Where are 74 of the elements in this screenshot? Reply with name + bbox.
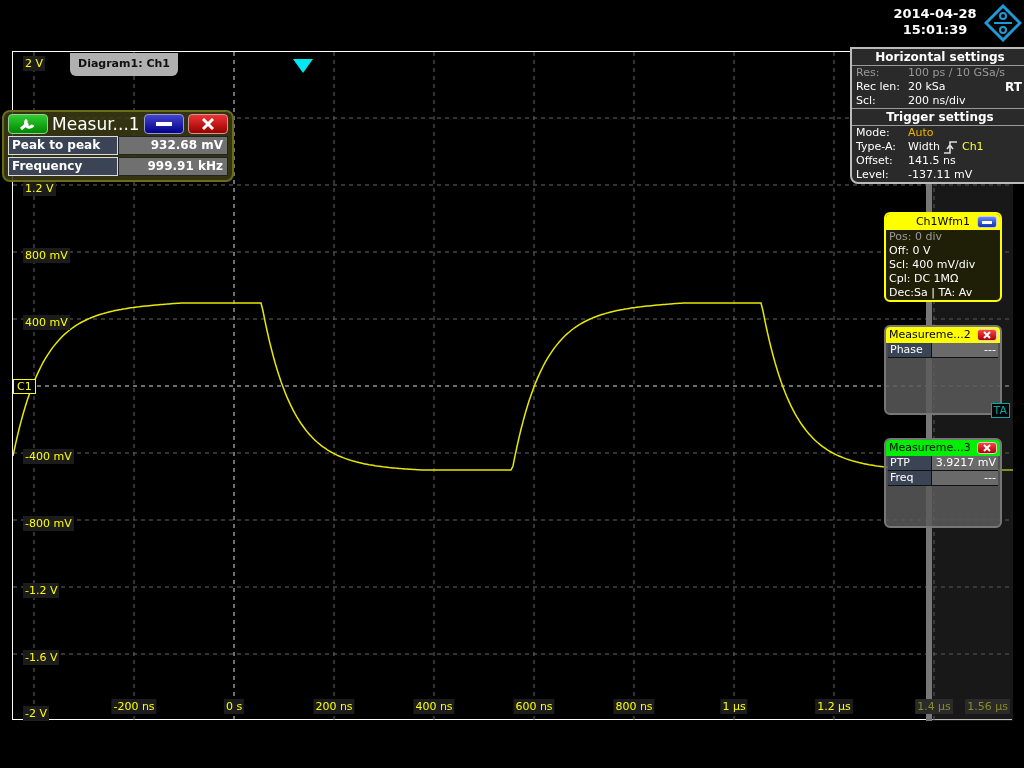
minimize-button[interactable] bbox=[143, 114, 184, 134]
minimize-icon bbox=[155, 122, 172, 126]
axis-label: 1.2 µs bbox=[815, 699, 853, 714]
panel-title: Measur...1 bbox=[52, 114, 140, 134]
date-text: 2014-04-28 bbox=[892, 6, 978, 22]
setting-label: Offset: bbox=[856, 154, 894, 168]
setting-label: Rec len: bbox=[856, 80, 901, 94]
trigger-marker: TA bbox=[990, 403, 1010, 418]
axis-label: 400 ns bbox=[413, 699, 455, 714]
measurement-value: --- bbox=[932, 343, 998, 357]
close-button[interactable] bbox=[187, 114, 228, 134]
channel-marker: C1 bbox=[13, 379, 36, 394]
setting-value: 200 ns/div bbox=[908, 94, 966, 108]
setting-label: Scl: bbox=[856, 94, 877, 108]
axis-label: 600 ns bbox=[513, 699, 555, 714]
channel-setting: Cpl: DC 1MΩ bbox=[888, 272, 960, 286]
channel-setting: Pos: 0 div bbox=[888, 230, 943, 244]
channel-setting: Scl: 400 mV/div bbox=[888, 258, 977, 272]
source-value: Ch1 bbox=[961, 140, 984, 154]
setting-label: Mode: bbox=[856, 126, 891, 140]
close-button[interactable] bbox=[977, 442, 997, 454]
setting-value: 20 kSa bbox=[908, 80, 946, 94]
axis-label: 2 V bbox=[23, 56, 46, 71]
close-icon bbox=[983, 331, 991, 339]
panel-title: Measureme...2 bbox=[889, 328, 971, 342]
axis-label: -1.2 V bbox=[23, 583, 60, 598]
section-title: Trigger settings bbox=[852, 108, 1024, 126]
measurement-value: 999.91 kHz bbox=[118, 157, 228, 176]
channel-setting: Dec:Sa | TA: Av bbox=[888, 286, 974, 300]
setting-value: 100 ps / 10 GSa/s bbox=[908, 66, 1006, 80]
axis-label: -400 mV bbox=[23, 449, 74, 464]
section-title: Horizontal settings bbox=[852, 49, 1024, 66]
axis-label: 0 s bbox=[223, 699, 245, 714]
setting-value: 141.5 ns bbox=[908, 154, 956, 168]
measurement-label: Freq bbox=[888, 471, 932, 485]
panel-title: Measureme...3 bbox=[889, 441, 971, 455]
measurement-value: --- bbox=[932, 471, 998, 485]
mode-label: RT bbox=[1005, 80, 1022, 94]
setting-label: Level: bbox=[856, 168, 890, 182]
measurement-value: 932.68 mV bbox=[118, 136, 228, 155]
axis-label: 1 µs bbox=[720, 699, 748, 714]
axis-label: 800 ns bbox=[613, 699, 655, 714]
edge-icon bbox=[942, 140, 959, 154]
measurement-label: Peak to peak bbox=[8, 136, 118, 155]
measurement-value: 3.9217 mV bbox=[932, 456, 998, 470]
measurement-label: Frequency bbox=[8, 157, 118, 176]
close-button[interactable] bbox=[977, 329, 997, 341]
channel-setting: Off: 0 V bbox=[888, 244, 932, 258]
time-text: 15:01:39 bbox=[901, 22, 969, 38]
measurement-label: Phase bbox=[888, 343, 932, 357]
measurement-label: PTP bbox=[888, 456, 932, 470]
setting-value: -137.11 mV bbox=[908, 168, 973, 182]
axis-label: -1.6 V bbox=[23, 650, 60, 665]
panel-title: Ch1Wfm1 bbox=[915, 215, 971, 229]
axis-label: 400 mV bbox=[23, 315, 70, 330]
close-icon bbox=[983, 444, 991, 452]
setting-value: Width bbox=[908, 140, 940, 154]
setting-value: Auto bbox=[908, 126, 934, 140]
settings-button[interactable] bbox=[8, 114, 48, 134]
axis-label: 800 mV bbox=[23, 248, 70, 263]
axis-label: -200 ns bbox=[111, 699, 157, 714]
diagram-tab[interactable]: Diagram1: Ch1 bbox=[70, 53, 178, 76]
setting-label: Res: bbox=[856, 66, 881, 80]
minimize-button[interactable] bbox=[977, 216, 997, 228]
axis-label: 200 ns bbox=[313, 699, 355, 714]
axis-label: -800 mV bbox=[23, 516, 74, 531]
setting-label: Type-A: bbox=[856, 140, 898, 154]
axis-label: 1.4 µs bbox=[915, 699, 953, 714]
diamond-logo-icon bbox=[984, 4, 1022, 42]
minimize-icon bbox=[982, 220, 992, 224]
close-icon bbox=[201, 118, 214, 130]
axis-label: -2 V bbox=[23, 706, 49, 721]
trigger-position-icon bbox=[293, 58, 313, 73]
axis-label: 1.56 µs bbox=[965, 699, 1010, 714]
